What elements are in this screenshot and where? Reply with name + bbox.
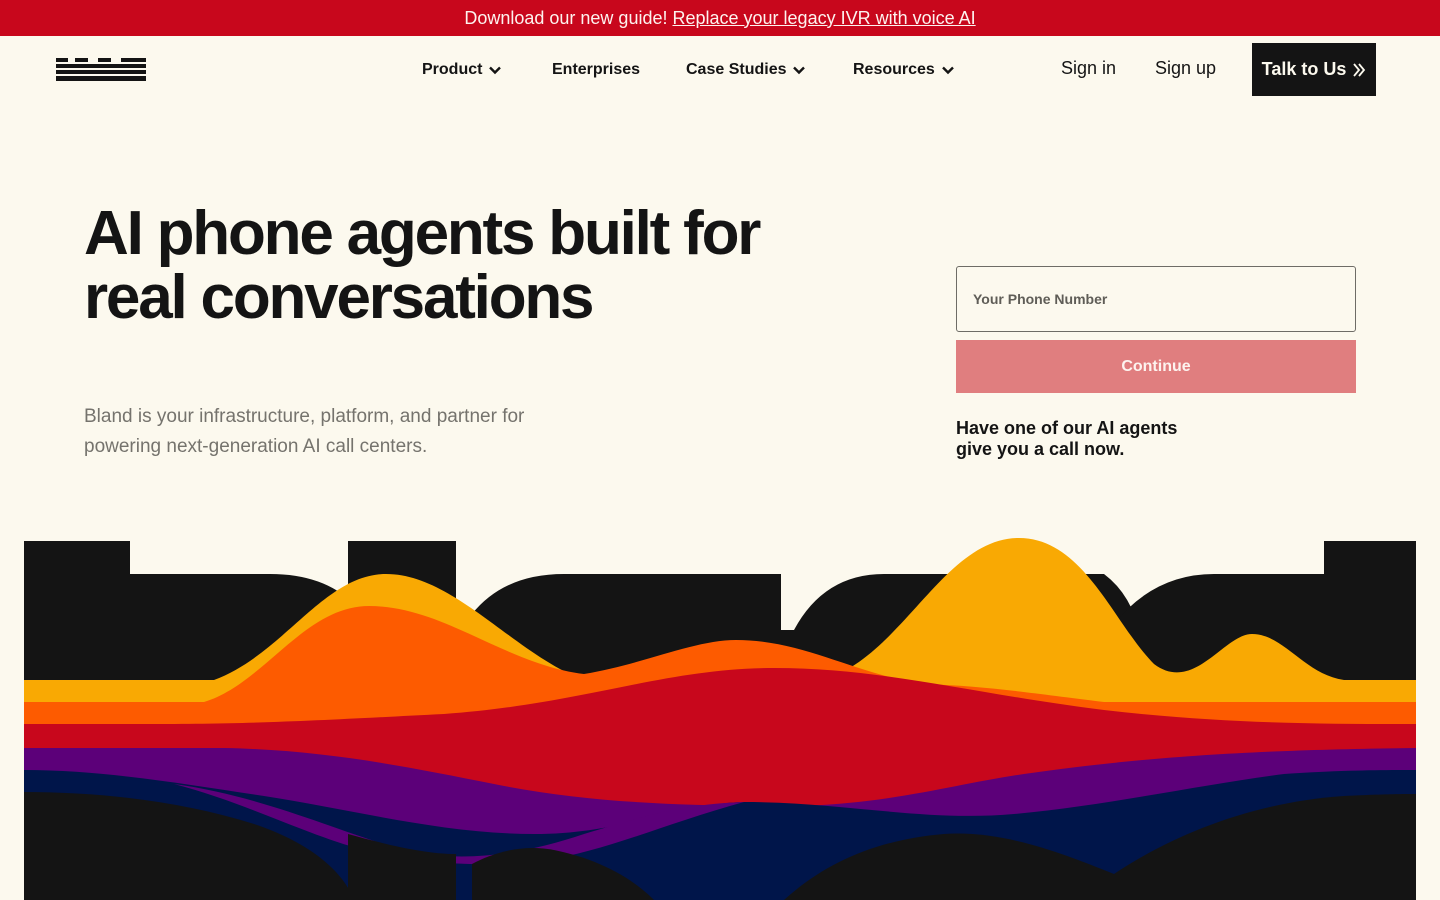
double-chevron-right-icon xyxy=(1353,62,1366,77)
call-now-line: Have one of our AI agents xyxy=(956,418,1178,438)
sign-up-link[interactable]: Sign up xyxy=(1155,58,1216,79)
nav-item-label: Case Studies xyxy=(686,61,787,78)
nav-item-case-studies[interactable]: Case Studies xyxy=(686,59,806,81)
nav-item-product[interactable]: Product xyxy=(422,59,502,81)
banner-text: Download our new guide! xyxy=(464,7,668,28)
nav-item-resources[interactable]: Resources xyxy=(853,59,955,81)
talk-to-us-label: Talk to Us xyxy=(1261,59,1347,79)
banner-guide-link[interactable]: Replace your legacy IVR with voice AI xyxy=(672,8,975,29)
nav-item-label: Enterprises xyxy=(552,61,641,78)
hero-title: AI phone agents built for real conversat… xyxy=(84,202,804,330)
announcement-banner: Download our new guide! Replace your leg… xyxy=(0,0,1440,36)
chevron-down-icon xyxy=(489,66,502,75)
phone-number-input[interactable] xyxy=(956,266,1356,332)
main-nav: Product Enterprises Case Studies Resourc… xyxy=(0,59,1440,81)
hero-subtitle-line: powering next-generation AI call centers… xyxy=(84,436,428,457)
nav-item-label: Resources xyxy=(853,61,935,78)
chevron-down-icon xyxy=(793,66,806,75)
talk-to-us-button[interactable]: Talk to Us xyxy=(1252,43,1376,96)
hero-subtitle: Bland is your infrastructure, platform, … xyxy=(84,402,604,462)
chevron-down-icon xyxy=(941,66,954,75)
hero-title-line: AI phone agents built for xyxy=(84,199,761,268)
continue-button[interactable]: Continue xyxy=(956,340,1356,393)
call-now-line: give you a call now. xyxy=(956,439,1125,459)
hero-subtitle-line: Bland is your infrastructure, platform, … xyxy=(84,406,525,427)
nav-item-label: Product xyxy=(422,61,483,78)
sign-in-link[interactable]: Sign in xyxy=(1061,58,1116,79)
bland-wave-artwork xyxy=(24,538,1416,900)
hero-title-line: real conversations xyxy=(84,263,595,332)
call-now-note: Have one of our AI agents give you a cal… xyxy=(956,418,1216,460)
nav-item-enterprises[interactable]: Enterprises xyxy=(552,59,640,81)
